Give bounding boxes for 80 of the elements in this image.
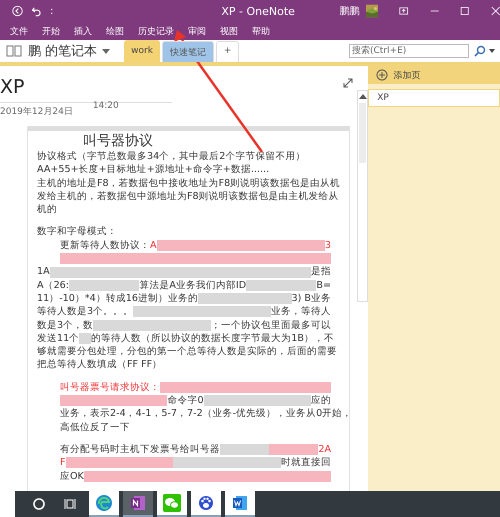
maximize-icon[interactable] (460, 5, 470, 17)
notebook-icon[interactable] (6, 45, 22, 57)
note-text: 3) B业务 (292, 292, 331, 306)
expand-icon[interactable] (343, 78, 354, 88)
blurred-text (246, 280, 316, 291)
notebook-name[interactable]: 鹏 的笔记本 (28, 42, 98, 60)
note-text: 数字和字母模式： (37, 225, 117, 239)
note-text: 够就需要分包处理，分包的第一个总等待人数是实际的，后面的需要 (37, 345, 337, 358)
note-text: 命令字0 (167, 394, 204, 408)
start-icon[interactable] (32, 497, 46, 511)
menu-tab[interactable]: 插入 (74, 24, 92, 38)
note-text: 2A (318, 442, 332, 456)
note-text: A（26: (37, 278, 70, 292)
note-container[interactable] (27, 126, 350, 491)
note-heading: 叫号器协议 (82, 132, 154, 150)
note-text: 等待人数是3个。。。 (37, 305, 134, 319)
note-text: 更新等待人数协议： (60, 238, 150, 252)
menu-tab[interactable]: 视图 (220, 24, 238, 38)
note-text: 主机的地址是F8，若数据包中接收地址为F8则说明该数据包是由从机 (37, 176, 340, 190)
note-text: 业务，表示2-4，4-1，5-7，7-2（业务-优先级），业务从0开始， (60, 407, 349, 421)
back-icon[interactable] (12, 4, 23, 18)
blurred-text (69, 280, 140, 291)
blurred-text (79, 333, 92, 344)
note-text: 11）-10）*4）转成16进制）业务的 (37, 292, 198, 306)
section-tab[interactable]: work (124, 40, 160, 62)
page-item[interactable]: XP (368, 89, 500, 107)
quick-access-menu[interactable]: : (50, 6, 54, 16)
add-page-button[interactable]: 添加页 (368, 66, 500, 84)
note-text: 应OK (60, 470, 84, 483)
menu-tab[interactable]: 绘图 (106, 24, 124, 38)
note-text: A (150, 238, 157, 252)
menu-tab[interactable]: 文件 (10, 24, 28, 38)
page-time: 14:20 (92, 101, 119, 113)
note-text: 1A (37, 265, 50, 279)
note-text: 是指 (311, 265, 331, 279)
search-field[interactable]: 搜索(Ctrl+E) (349, 44, 469, 58)
menu-tab[interactable]: 历史记录 (138, 24, 174, 38)
section-tab[interactable]: + (216, 41, 240, 62)
caret-icon[interactable] (489, 49, 495, 53)
blurred-text (269, 444, 318, 456)
document-app-icon[interactable] (231, 494, 249, 512)
close-icon[interactable] (490, 5, 500, 17)
note-text: 协议格式（字节总数最多34个，其中最后2个字节保留不用） (37, 150, 306, 164)
note-text: 发给主机的，若数据包中源地址为F8则说明该数据包是由主机发给从 (37, 190, 339, 204)
note-text: F (60, 456, 66, 470)
note-text: 应的 (311, 394, 332, 408)
user-name[interactable]: 鹏鹏 (340, 4, 360, 18)
scroll-up-icon[interactable] (358, 93, 367, 99)
note-text: B= (316, 278, 332, 292)
note-text: 算法是A业务我们内部ID (139, 278, 246, 292)
note-text: 叫号器票号请求协议： (60, 380, 160, 394)
note-text: 数是3个，数 (37, 318, 94, 332)
blurred-text (220, 444, 270, 456)
page-date: 2019年12月24日 (0, 106, 73, 118)
note-text: 有分配号码时主机下发票号给叫号器 (60, 442, 220, 456)
task-view-icon[interactable] (64, 497, 78, 511)
note-text: 高低位反了一下 (60, 420, 130, 434)
plus-circle-icon (376, 69, 388, 81)
window-title: XP - OneNote (221, 4, 296, 18)
note-text: 业务，等待人 (271, 305, 331, 319)
note-text: 的等待人数（所以协议的数据长度字节最大为1B），不 (91, 332, 334, 346)
note-text: AA+55+长度+目标地址+源地址+命令字+数据...... (37, 163, 270, 177)
ribbon-display-icon[interactable] (399, 5, 409, 17)
menu-tab[interactable]: 审阅 (188, 24, 206, 38)
note-text: 机的 (37, 203, 57, 216)
caret-icon[interactable] (102, 48, 110, 54)
page-title[interactable]: XP (0, 76, 358, 98)
note-text: 3 (324, 238, 331, 252)
menu-tab[interactable]: 开始 (42, 24, 60, 38)
note-text: 时就直接回 (281, 456, 331, 470)
note-text: ；一个协议包里面最多可以 (211, 318, 331, 332)
menu-tab[interactable]: 帮助 (252, 24, 270, 38)
browser-icon[interactable] (95, 494, 113, 512)
notebook-app-icon[interactable] (129, 494, 147, 512)
note-text: 发送11个 (37, 332, 80, 346)
section-tab[interactable]: 快速笔记 (162, 41, 214, 62)
note-text: 把总等待人数填成（FF FF） (37, 358, 162, 372)
paw-icon[interactable] (197, 494, 215, 512)
scrollbar-thumb[interactable] (359, 103, 366, 163)
search-icon[interactable] (474, 45, 486, 57)
